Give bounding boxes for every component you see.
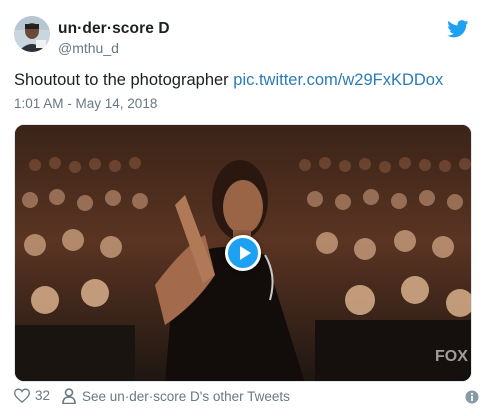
embedded-tweet: un·der·score D @mthu_d Shoutout to the p… bbox=[0, 0, 491, 416]
user-avatar[interactable] bbox=[14, 16, 50, 52]
likes-count: 32 bbox=[35, 388, 51, 403]
gif-media[interactable]: FOX bbox=[14, 124, 472, 382]
like-action[interactable]: 32 bbox=[14, 388, 50, 403]
tweet-body: Shoutout to the photographer bbox=[14, 71, 234, 89]
user-handle[interactable]: @mthu_d bbox=[58, 40, 170, 56]
other-tweets-link[interactable]: See un·der·score D's other Tweets bbox=[62, 388, 290, 404]
info-icon[interactable] bbox=[465, 390, 479, 404]
fox-watermark: FOX bbox=[435, 348, 468, 365]
tweet-timestamp[interactable]: 1:01 AM - May 14, 2018 bbox=[14, 96, 157, 111]
heart-icon bbox=[14, 388, 30, 403]
twitter-bird-icon[interactable] bbox=[447, 20, 469, 38]
media-link[interactable]: pic.twitter.com/w29FxKDDox bbox=[233, 71, 443, 89]
user-names: un·der·score D @mthu_d bbox=[58, 20, 170, 56]
tweet-text: Shoutout to the photographer pic.twitter… bbox=[14, 71, 443, 90]
person-icon bbox=[62, 388, 76, 404]
play-button[interactable] bbox=[225, 235, 261, 271]
tweet-header: un·der·score D @mthu_d bbox=[12, 14, 479, 60]
other-tweets-label: See un·der·score D's other Tweets bbox=[82, 388, 290, 404]
display-name[interactable]: un·der·score D bbox=[58, 20, 170, 38]
